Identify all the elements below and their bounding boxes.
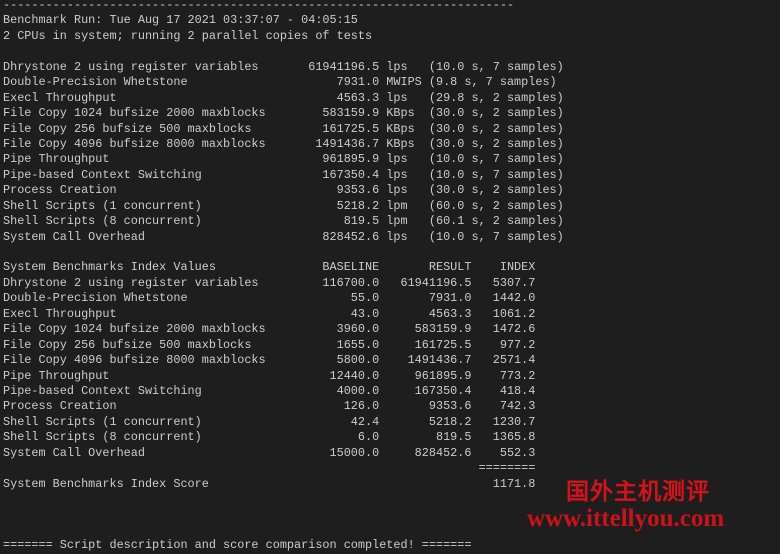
terminal-output: ----------------------------------------… xyxy=(3,0,564,554)
terminal-line: Benchmark Run: Tue Aug 17 2021 03:37:07 … xyxy=(3,13,358,28)
terminal-line: Dhrystone 2 using register variables 619… xyxy=(3,59,564,74)
terminal-line: ======== xyxy=(3,461,536,476)
terminal-line: File Copy 256 bufsize 500 maxblocks 1655… xyxy=(3,337,536,352)
terminal-line: Process Creation 126.0 9353.6 742.3 xyxy=(3,399,536,414)
terminal-line: ----------------------------------------… xyxy=(3,0,515,12)
terminal-line: Pipe Throughput 12440.0 961895.9 773.2 xyxy=(3,368,536,383)
terminal-line: Shell Scripts (8 concurrent) 819.5 lpm (… xyxy=(3,214,564,229)
terminal-line: File Copy 4096 bufsize 8000 maxblocks 14… xyxy=(3,136,564,151)
terminal-line: Shell Scripts (1 concurrent) 5218.2 lpm … xyxy=(3,198,564,213)
watermark-url: www.ittellyou.com xyxy=(527,505,725,532)
terminal-line: Pipe Throughput 961895.9 lps (10.0 s, 7 … xyxy=(3,152,564,167)
terminal-line: Shell Scripts (1 concurrent) 42.4 5218.2… xyxy=(3,414,536,429)
terminal-line: Execl Throughput 4563.3 lps (29.8 s, 2 s… xyxy=(3,90,564,105)
terminal-line: ======= Script description and score com… xyxy=(3,538,472,553)
terminal-line: Double-Precision Whetstone 7931.0 MWIPS … xyxy=(3,75,557,90)
terminal-line: File Copy 1024 bufsize 2000 maxblocks 39… xyxy=(3,322,536,337)
terminal-line: System Call Overhead 828452.6 lps (10.0 … xyxy=(3,229,564,244)
terminal-line: Process Creation 9353.6 lps (30.0 s, 2 s… xyxy=(3,183,564,198)
terminal-line: Pipe-based Context Switching 4000.0 1673… xyxy=(3,383,536,398)
terminal-line: File Copy 256 bufsize 500 maxblocks 1617… xyxy=(3,121,564,136)
terminal-line: Pipe-based Context Switching 167350.4 lp… xyxy=(3,167,564,182)
terminal-line: Dhrystone 2 using register variables 116… xyxy=(3,275,536,290)
terminal-line: System Benchmarks Index Values BASELINE … xyxy=(3,260,536,275)
terminal-line: 2 CPUs in system; running 2 parallel cop… xyxy=(3,28,373,43)
terminal-line: Execl Throughput 43.0 4563.3 1061.2 xyxy=(3,306,536,321)
terminal-line: System Call Overhead 15000.0 828452.6 55… xyxy=(3,445,536,460)
terminal-line: File Copy 4096 bufsize 8000 maxblocks 58… xyxy=(3,353,536,368)
terminal-line: System Benchmarks Index Score 1171.8 xyxy=(3,476,536,491)
watermark-title: 国外主机测评 xyxy=(566,479,710,505)
terminal-line: Shell Scripts (8 concurrent) 6.0 819.5 1… xyxy=(3,430,536,445)
terminal-line: Double-Precision Whetstone 55.0 7931.0 1… xyxy=(3,291,536,306)
terminal-line: File Copy 1024 bufsize 2000 maxblocks 58… xyxy=(3,106,564,121)
